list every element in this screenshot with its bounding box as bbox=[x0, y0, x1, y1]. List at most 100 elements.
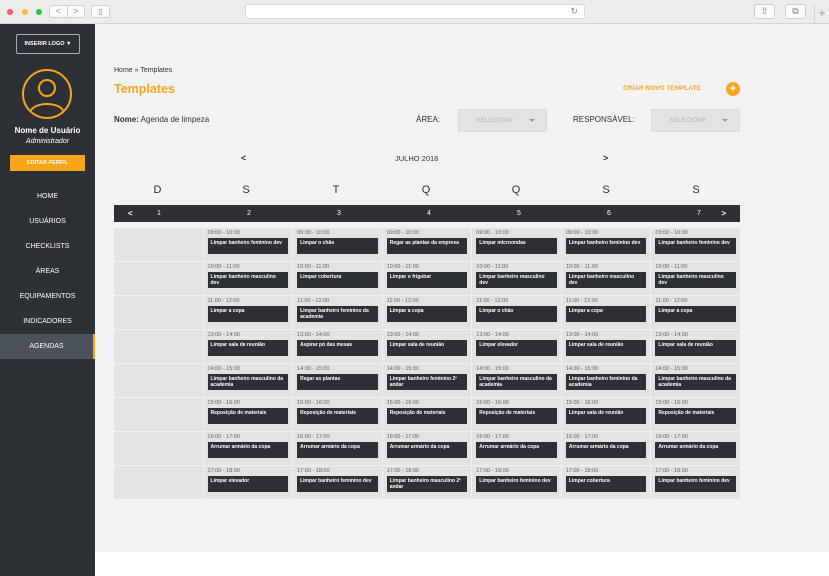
sidebar-item-checklists[interactable]: CHECKLISTS bbox=[0, 234, 95, 259]
date-number[interactable]: 3 bbox=[294, 205, 384, 222]
new-template-link[interactable]: CRIAR NOVO TEMPLATE bbox=[623, 83, 701, 94]
task-card[interactable]: Reposição de materiais bbox=[207, 408, 289, 424]
prev-month-button[interactable]: < bbox=[241, 153, 246, 163]
task-card[interactable]: Limpar banheiro feminino dev bbox=[655, 238, 736, 254]
new-tab-button[interactable]: + bbox=[814, 4, 829, 24]
task-card[interactable]: Limpar banheiro masculino da academia bbox=[655, 374, 736, 390]
date-number[interactable]: 5 bbox=[474, 205, 564, 222]
task-card[interactable]: Limpar sala de reunião bbox=[207, 340, 289, 356]
task-card[interactable]: Limpar banheiro feminino dev bbox=[207, 238, 289, 254]
sidebar-item-indicadores[interactable]: INDICADORES bbox=[0, 309, 95, 334]
date-number[interactable]: 6 bbox=[564, 205, 654, 222]
minimize-window-button[interactable] bbox=[22, 9, 28, 15]
task-card[interactable]: Limpar microondas bbox=[476, 238, 557, 254]
share-icon[interactable]: ⇧ bbox=[754, 4, 775, 19]
task-card[interactable]: Limpar banheiro feminino dev bbox=[297, 476, 378, 492]
task-card[interactable]: Regar as plantas da empresa bbox=[386, 238, 468, 254]
task-card[interactable]: Limpar banheiro feminino 2º andar bbox=[386, 374, 468, 390]
task-card[interactable]: Limpar a copa bbox=[207, 306, 289, 322]
task-card[interactable]: Limpar banheiro masculino dev bbox=[207, 272, 289, 288]
sidebar-item-usuarios[interactable]: USUÁRIOS bbox=[0, 209, 95, 234]
insert-logo-button[interactable]: INSERIR LOGO ▼ bbox=[16, 34, 80, 54]
task-card[interactable]: Limpar sala de reunião bbox=[655, 340, 736, 356]
browser-toolbar: < > ▯ ↻ ⇧ ⧉ + bbox=[0, 0, 829, 24]
edit-profile-button[interactable]: EDITAR PERFIL bbox=[10, 155, 85, 171]
task-card[interactable]: Arrumar armário da copa bbox=[297, 442, 378, 458]
forward-button[interactable]: > bbox=[68, 6, 85, 17]
add-template-icon[interactable]: + bbox=[726, 82, 740, 96]
responsible-select-value: SELECIONE bbox=[669, 117, 707, 124]
task-card[interactable]: Limpar banheiro masculino da academia bbox=[207, 374, 289, 390]
sidebar-toggle-icon[interactable]: ▯ bbox=[91, 5, 110, 18]
reload-icon[interactable]: ↻ bbox=[570, 5, 578, 18]
sidebar-item-areas[interactable]: ÁREAS bbox=[0, 259, 95, 284]
task-card[interactable]: Limpar o chão bbox=[297, 238, 378, 254]
area-select[interactable]: SELECIONE bbox=[458, 109, 547, 132]
time-slot: 14:00 - 15:00 bbox=[476, 366, 509, 372]
time-slot: 16:00 - 17:00 bbox=[655, 434, 688, 440]
time-slot: 17:00 - 18:00 bbox=[565, 468, 599, 474]
task-card[interactable]: Limpar banheiro feminino dev bbox=[655, 476, 736, 492]
task-card[interactable]: Limpar sala de reunião bbox=[565, 340, 647, 356]
task-card[interactable]: Regar as plantas bbox=[297, 374, 378, 390]
task-card[interactable]: Arrumar armário da copa bbox=[386, 442, 468, 458]
breadcrumb[interactable]: Home » Templates bbox=[114, 67, 172, 74]
task-card[interactable]: Reposição de materiais bbox=[476, 408, 557, 424]
date-number[interactable]: 1 bbox=[114, 205, 204, 222]
sunday-empty-cell bbox=[114, 228, 203, 261]
time-slot: 09:00 - 10:00 bbox=[655, 230, 688, 236]
zoom-window-button[interactable] bbox=[36, 9, 42, 15]
time-slot: 14:00 - 15:00 bbox=[386, 366, 420, 372]
task-card[interactable]: Limpar sala de reunião bbox=[565, 408, 647, 424]
task-card[interactable]: Limpar banheiro masculino da academia bbox=[476, 374, 557, 390]
date-number[interactable]: 4 bbox=[384, 205, 474, 222]
task-card[interactable]: Limpar o chão bbox=[476, 306, 557, 322]
sidebar-item-equipamentos[interactable]: EQUIPAMENTOS bbox=[0, 284, 95, 309]
task-card[interactable]: Aspirar pó das mesas bbox=[297, 340, 378, 356]
task-card[interactable]: Limpar banheiro feminino da academia bbox=[297, 306, 378, 322]
task-card[interactable]: Limpar o frigobar bbox=[386, 272, 468, 288]
task-card[interactable]: Arrumar armário da copa bbox=[565, 442, 647, 458]
task-card[interactable]: Reposição de materiais bbox=[655, 408, 736, 424]
schedule-cell: 16:00 - 17:00 Arrumar armário da copa bbox=[472, 432, 561, 465]
task-card[interactable]: Limpar banheiro feminino da academia bbox=[565, 374, 647, 390]
task-card[interactable]: Limpar elevador bbox=[207, 476, 289, 492]
time-slot: 10:00 - 11:00 bbox=[386, 264, 419, 270]
date-number[interactable]: 2 bbox=[204, 205, 294, 222]
task-card[interactable]: Limpar a copa bbox=[565, 306, 647, 322]
time-slot: 09:00 - 10:00 bbox=[207, 230, 240, 236]
task-card[interactable]: Limpar banheiro feminino dev bbox=[565, 238, 647, 254]
task-card[interactable]: Limpar banheiro masculino 2º andar bbox=[386, 476, 468, 492]
back-button[interactable]: < bbox=[50, 6, 68, 17]
task-card[interactable]: Limpar banheiro masculino dev bbox=[476, 272, 557, 288]
close-window-button[interactable] bbox=[7, 9, 13, 15]
task-card[interactable]: Arrumar armário da copa bbox=[476, 442, 557, 458]
avatar[interactable] bbox=[22, 69, 72, 119]
schedule-cell: 16:00 - 17:00 Arrumar armário da copa bbox=[561, 432, 651, 465]
date-number[interactable]: 7 bbox=[654, 205, 744, 222]
schedule-cell: 13:00 - 14:00 Limpar sala de reunião bbox=[203, 330, 293, 363]
task-card[interactable]: Arrumar armário da copa bbox=[655, 442, 736, 458]
task-card[interactable]: Limpar banheiro masculino dev bbox=[655, 272, 736, 288]
task-card[interactable]: Arrumar armário da copa bbox=[207, 442, 289, 458]
task-card[interactable]: Limpar cobertura bbox=[565, 476, 647, 492]
task-card[interactable]: Limpar a copa bbox=[386, 306, 468, 322]
sidebar-item-agendas[interactable]: AGENDAS bbox=[0, 334, 95, 359]
task-card[interactable]: Limpar cobertura bbox=[297, 272, 378, 288]
task-card[interactable]: Reposição de materiais bbox=[297, 408, 378, 424]
responsible-select[interactable]: SELECIONE bbox=[651, 109, 740, 132]
sidebar-item-home[interactable]: HOME bbox=[0, 184, 95, 209]
area-label: ÁREA: bbox=[416, 115, 441, 124]
schedule-cell: 16:00 - 17:00 Arrumar armário da copa bbox=[293, 432, 382, 465]
task-card[interactable]: Limpar banheiro feminino dev bbox=[476, 476, 557, 492]
task-card[interactable]: Reposição de materiais bbox=[386, 408, 468, 424]
tabs-overview-icon[interactable]: ⧉ bbox=[785, 4, 806, 19]
address-bar[interactable]: ↻ bbox=[245, 4, 585, 19]
next-month-button[interactable]: > bbox=[603, 153, 608, 163]
time-slot: 13:00 - 14:00 bbox=[476, 332, 509, 338]
task-card[interactable]: Limpar sala de reunião bbox=[386, 340, 468, 356]
task-card[interactable]: Limpar banheiro masculino dev bbox=[565, 272, 647, 288]
task-card[interactable]: Limpar elevador bbox=[476, 340, 557, 356]
area-select-value: SELECIONE bbox=[476, 117, 514, 124]
task-card[interactable]: Limpar a copa bbox=[655, 306, 736, 322]
